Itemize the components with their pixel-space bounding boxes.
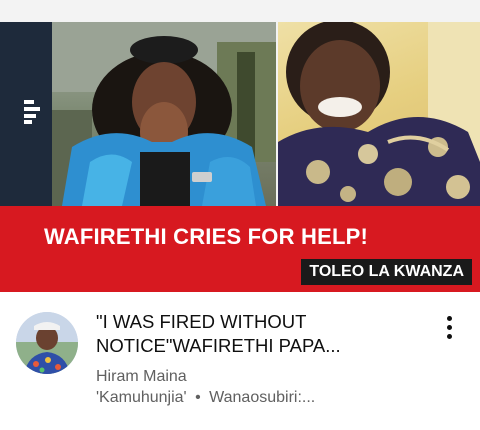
video-thumbnail[interactable]: WAFIRETHI CRIES FOR HELP! TOLEO LA KWANZ… — [0, 0, 480, 292]
video-title-line-2: NOTICE"WAFIRETHI PAPA... — [96, 335, 341, 356]
subline-part-1: 'Kamuhunjia' — [96, 389, 187, 406]
kebab-menu-icon[interactable] — [441, 316, 459, 342]
subline-part-2: Wanaosubiri:... — [209, 389, 316, 406]
video-subline: 'Kamuhunjia' • Wanaosubiri:... — [96, 388, 315, 408]
video-title[interactable]: "I WAS FIRED WITHOUT NOTICE"WAFIRETHI PA… — [96, 310, 416, 358]
channel-name[interactable]: Hiram Maina — [96, 367, 187, 387]
channel-logo-icon — [24, 100, 46, 124]
video-title-line-1: "I WAS FIRED WITHOUT — [96, 311, 307, 332]
crying-woman-photo — [52, 22, 276, 206]
subline-separator: • — [195, 389, 201, 406]
channel-avatar[interactable] — [16, 312, 78, 374]
thumbnail-side-band — [0, 22, 52, 206]
smiling-woman-photo — [278, 22, 480, 206]
video-details: "I WAS FIRED WITHOUT NOTICE"WAFIRETHI PA… — [0, 292, 480, 430]
thumbnail-photos — [0, 22, 480, 206]
episode-tag: TOLEO LA KWANZA — [301, 259, 472, 285]
thumbnail-headline: WAFIRETHI CRIES FOR HELP! — [44, 224, 368, 249]
